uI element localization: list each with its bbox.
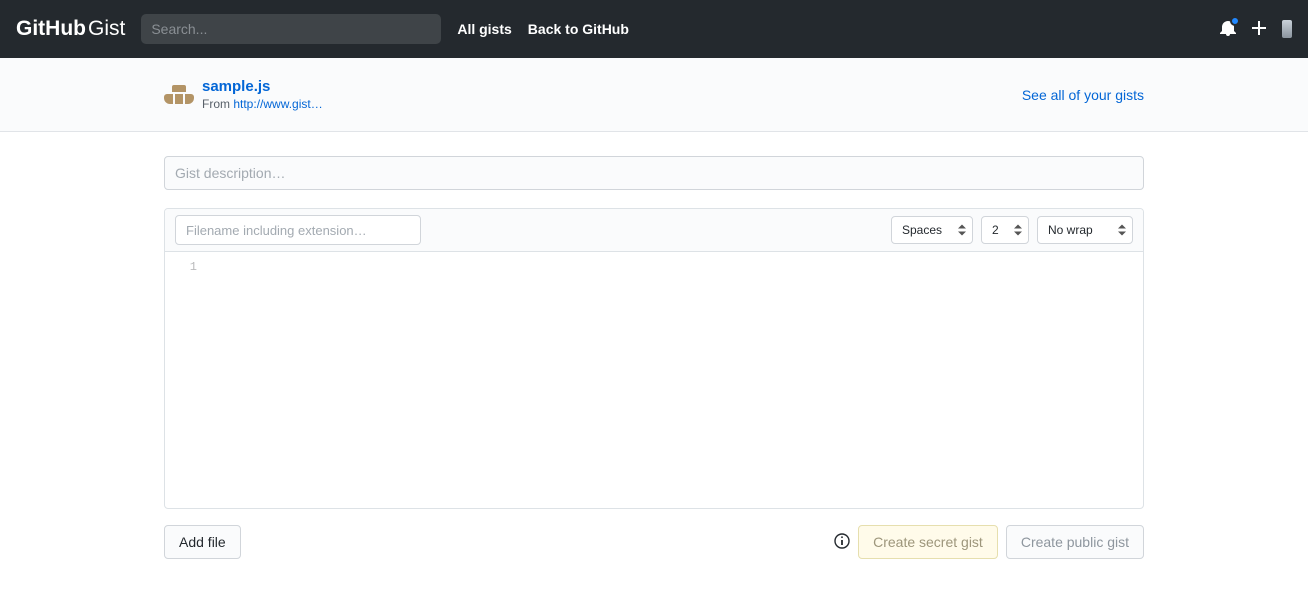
create-new-button[interactable] xyxy=(1252,19,1266,39)
gist-subheader: sample.js From http://www.gist… See all … xyxy=(0,58,1308,132)
wrap-mode-select[interactable]: No wrap xyxy=(1037,216,1133,244)
indent-mode-value: Spaces xyxy=(902,223,942,237)
info-icon[interactable] xyxy=(834,533,850,552)
gist-description-input[interactable] xyxy=(164,156,1144,190)
create-public-gist-button[interactable]: Create public gist xyxy=(1006,525,1144,559)
logo-strong: GitHub xyxy=(16,17,86,41)
gist-form: Spaces 2 No wrap xyxy=(164,156,1144,559)
top-header: GitHub Gist All gists Back to GitHub xyxy=(0,0,1308,58)
indent-size-select[interactable]: 2 xyxy=(981,216,1029,244)
chevron-updown-icon xyxy=(1014,225,1022,236)
chevron-updown-icon xyxy=(1118,225,1126,236)
plus-icon xyxy=(1252,21,1266,35)
notification-dot-icon xyxy=(1230,16,1240,26)
anonymous-avatar-icon xyxy=(164,85,194,104)
indent-mode-select[interactable]: Spaces xyxy=(891,216,973,244)
notifications-button[interactable] xyxy=(1220,20,1236,39)
code-editor[interactable]: 1 xyxy=(165,252,1143,508)
logo-light: Gist xyxy=(88,17,125,41)
search-input[interactable] xyxy=(141,14,441,44)
nav-all-gists[interactable]: All gists xyxy=(457,21,511,37)
code-textarea[interactable] xyxy=(205,252,1143,508)
line-number: 1 xyxy=(165,260,197,274)
form-actions: Add file Create secret gist Create publi… xyxy=(164,525,1144,559)
file-panel: Spaces 2 No wrap xyxy=(164,208,1144,509)
chevron-updown-icon xyxy=(958,225,966,236)
filename-input[interactable] xyxy=(175,215,421,245)
gist-from-label: From http://www.gist… xyxy=(202,97,1022,111)
header-nav: All gists Back to GitHub xyxy=(457,21,629,37)
avatar[interactable] xyxy=(1282,20,1292,38)
wrap-mode-value: No wrap xyxy=(1048,223,1093,237)
line-gutter: 1 xyxy=(165,252,205,508)
see-all-gists-link[interactable]: See all of your gists xyxy=(1022,87,1144,103)
create-secret-gist-button[interactable]: Create secret gist xyxy=(858,525,998,559)
nav-back-to-github[interactable]: Back to GitHub xyxy=(528,21,629,37)
add-file-button[interactable]: Add file xyxy=(164,525,241,559)
gist-from-url[interactable]: http://www.gist… xyxy=(233,97,322,111)
indent-size-value: 2 xyxy=(992,223,999,237)
gist-logo[interactable]: GitHub Gist xyxy=(16,17,125,41)
gist-name-link[interactable]: sample.js xyxy=(202,78,270,95)
file-header: Spaces 2 No wrap xyxy=(165,209,1143,252)
